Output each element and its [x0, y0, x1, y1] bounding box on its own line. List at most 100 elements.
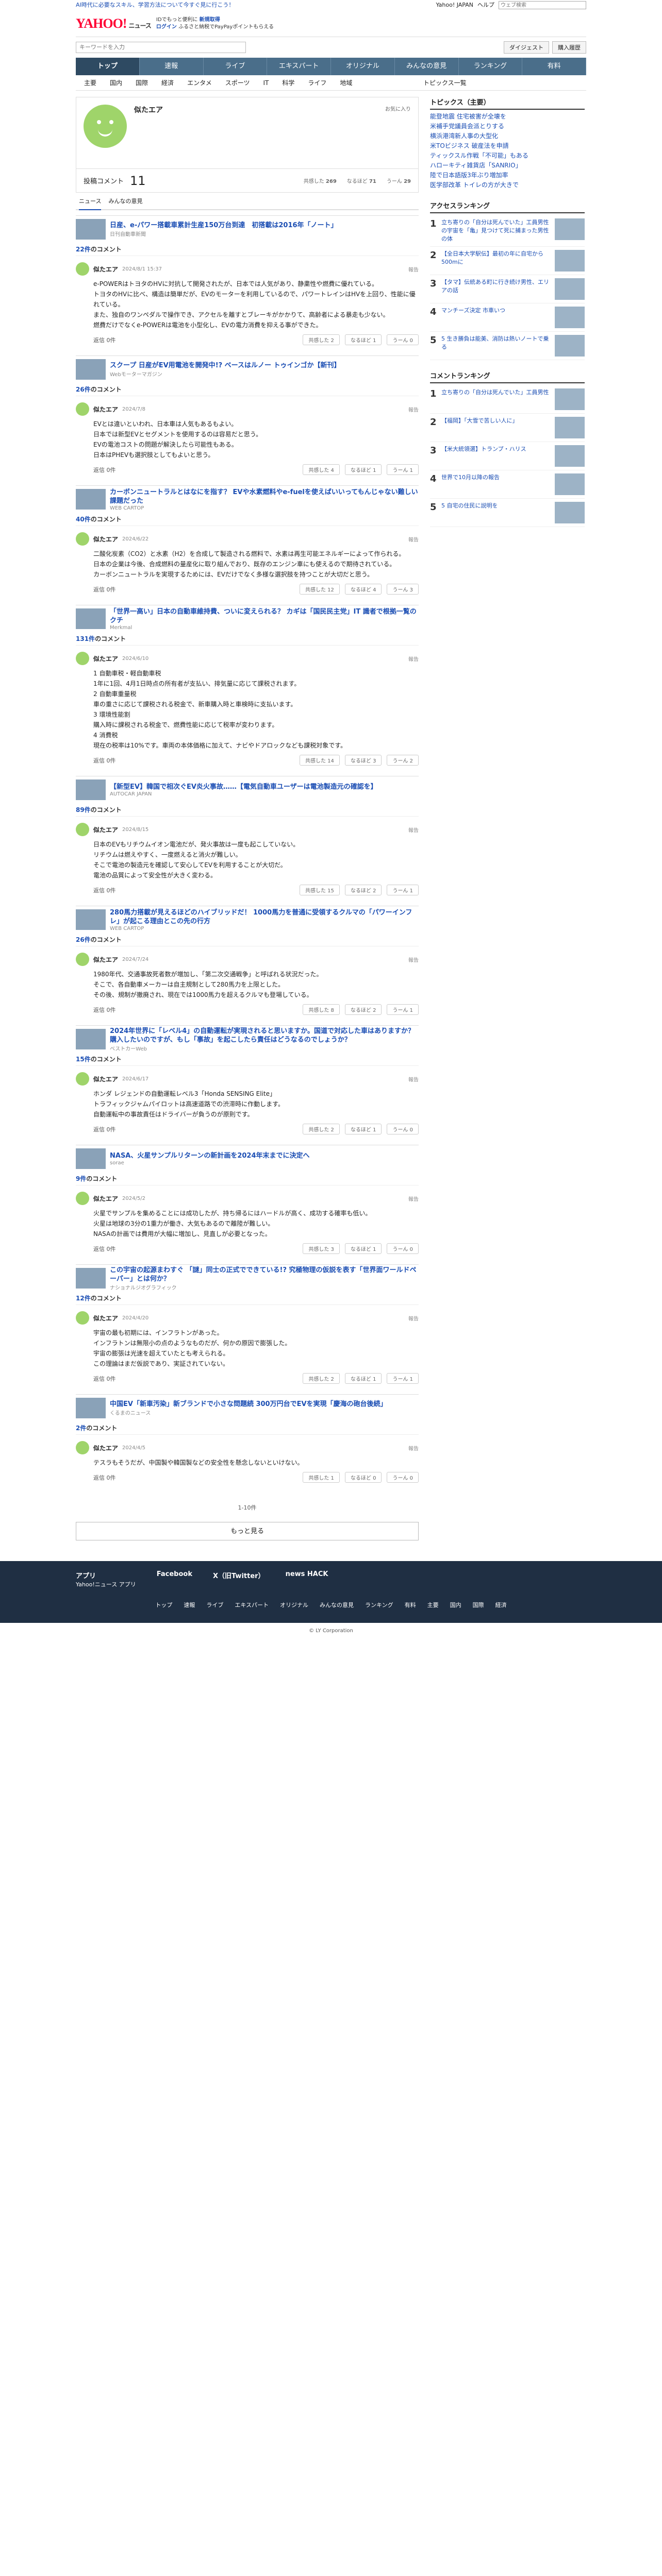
ranking-item[interactable]: 2 【全日本大学駅伝】最初の年に自宅から500mに	[430, 247, 585, 275]
hmm-button[interactable]: うーん 3	[387, 584, 419, 595]
comment-count[interactable]: 22件のコメント	[76, 245, 419, 256]
snav-it[interactable]: IT	[263, 79, 269, 87]
favorite-link[interactable]: お気に入り	[385, 105, 411, 161]
hmm-button[interactable]: うーん 0	[387, 1243, 419, 1254]
login-link[interactable]: ログイン	[156, 24, 177, 30]
article-link[interactable]: 280馬力搭載が見えるほどのハイブリッドだ！ 1000馬力を普通に受領するクルマ…	[76, 909, 419, 931]
insight-button[interactable]: なるほど 1	[344, 1243, 382, 1254]
more-button[interactable]: もっと見る	[76, 1522, 419, 1540]
rank-title[interactable]: マンチーズ決定 市車いつ	[441, 307, 552, 328]
footer-nav-item[interactable]: エキスパート	[235, 1601, 269, 1609]
topic-item[interactable]: ハローキティ雑貨店「SANRIO」	[430, 161, 585, 171]
promo-link[interactable]: AI時代に必要なスキル、学習方法について今すぐ見に行こう！	[76, 0, 234, 10]
footer-nav-item[interactable]: 経済	[495, 1601, 507, 1609]
commenter-name[interactable]: 似たエア	[93, 405, 118, 414]
rank-title[interactable]: 【米大統領選】トランプ・ハリス	[441, 445, 552, 467]
article-title[interactable]: 中国EV「新車汚染」新ブランドで小さな問題続 300万円台でEVを実現「慶海の砲…	[110, 1400, 387, 1409]
article-link[interactable]: 2024年世界に「レベル4」の自動運転が実現されると思いますか。国道で対応した車…	[76, 1027, 419, 1052]
footer-nav-item[interactable]: 速報	[184, 1601, 195, 1609]
commenter-name[interactable]: 似たエア	[93, 1314, 118, 1323]
rank-title[interactable]: 立ち寄りの「自分は死んでいた」工員男性	[441, 388, 552, 410]
snav-main[interactable]: 主要	[84, 78, 96, 87]
hmm-button[interactable]: うーん 0	[387, 1472, 419, 1483]
reply-link[interactable]: 返信 0件	[93, 1375, 116, 1383]
topic-item[interactable]: 医学部改革 トイレの方が大きで	[430, 180, 585, 190]
empathy-button[interactable]: 共感した 2	[303, 1124, 340, 1134]
empathy-button[interactable]: 共感した 15	[300, 885, 340, 895]
ranking-item[interactable]: 1 立ち寄りの「自分は死んでいた」工員男性	[430, 385, 585, 414]
article-title[interactable]: 日産、e-パワー搭載車累計生産150万台到達 初搭載は2016年「ノート」	[110, 221, 338, 230]
commenter-name[interactable]: 似たエア	[93, 1075, 118, 1083]
footer-app[interactable]: アプリ Yahoo!ニュース アプリ	[76, 1570, 136, 1588]
footer-nav-item[interactable]: オリジナル	[280, 1601, 308, 1609]
article-link[interactable]: NASA、火星サンプルリターンの新計画を2024年末までに決定へ sorae	[76, 1148, 419, 1169]
signup-link[interactable]: 新規取得	[200, 17, 220, 23]
report-link[interactable]: 報告	[408, 1075, 419, 1083]
comment-count[interactable]: 12件のコメント	[76, 1294, 419, 1305]
article-link[interactable]: 「世界一高い」日本の自動車維持費、ついに変えられる？ カギは「国民民主党」IT …	[76, 608, 419, 631]
article-link[interactable]: 中国EV「新車汚染」新ブランドで小さな問題続 300万円台でEVを実現「慶海の砲…	[76, 1398, 419, 1418]
snav-sports[interactable]: スポーツ	[225, 78, 250, 87]
footer-nav-item[interactable]: ライブ	[206, 1601, 223, 1609]
comment-count[interactable]: 26件のコメント	[76, 935, 419, 946]
ranking-item[interactable]: 2 【福岡】「大雪で苦しい人に」	[430, 414, 585, 442]
rank-title[interactable]: 世界で10月以降の報告	[441, 473, 552, 495]
article-link[interactable]: この宇宙の起源まわすぐ 「謎」同士の正式でできている!? 究極物理の仮説を表す「…	[76, 1266, 419, 1291]
web-search-input[interactable]	[499, 1, 586, 9]
tab-opinions[interactable]: みんなの意見	[108, 197, 142, 205]
hmm-button[interactable]: うーん 1	[387, 885, 419, 895]
report-link[interactable]: 報告	[408, 1195, 419, 1202]
rank-title[interactable]: 【福岡】「大雪で苦しい人に」	[441, 417, 552, 438]
commenter-name[interactable]: 似たエア	[93, 825, 118, 834]
snav-entertainment[interactable]: エンタメ	[187, 78, 212, 87]
topic-item[interactable]: 米TOビジネス 破産法を申請	[430, 141, 585, 151]
comment-count[interactable]: 40件のコメント	[76, 515, 419, 526]
empathy-button[interactable]: 共感した 3	[303, 1243, 340, 1254]
commenter-name[interactable]: 似たエア	[93, 955, 118, 964]
comment-count[interactable]: 89件のコメント	[76, 805, 419, 817]
footer-x[interactable]: X（旧Twitter）	[213, 1570, 265, 1588]
reply-link[interactable]: 返信 0件	[93, 1473, 116, 1482]
insight-button[interactable]: なるほど 1	[344, 1124, 382, 1134]
user-link[interactable]: Yahoo! JAPAN	[436, 0, 473, 10]
snav-local[interactable]: 地域	[340, 78, 352, 87]
insight-button[interactable]: なるほど 2	[344, 885, 382, 895]
empathy-button[interactable]: 共感した 1	[303, 1472, 340, 1483]
footer-facebook[interactable]: Facebook	[157, 1570, 192, 1588]
empathy-button[interactable]: 共感した 2	[303, 334, 340, 345]
report-link[interactable]: 報告	[408, 956, 419, 963]
reply-link[interactable]: 返信 0件	[93, 336, 116, 344]
insight-button[interactable]: なるほど 1	[344, 1373, 382, 1384]
article-title[interactable]: この宇宙の起源まわすぐ 「謎」同士の正式でできている!? 究極物理の仮説を表す「…	[110, 1266, 419, 1283]
topic-item[interactable]: 横浜港湾新人事の大型化	[430, 131, 585, 141]
comment-count[interactable]: 15件のコメント	[76, 1055, 419, 1066]
hmm-button[interactable]: うーん 0	[387, 1124, 419, 1134]
ranking-item[interactable]: 3 【米大統領選】トランプ・ハリス	[430, 442, 585, 470]
snav-science[interactable]: 科学	[282, 78, 294, 87]
commenter-name[interactable]: 似たエア	[93, 1194, 118, 1203]
article-link[interactable]: スクープ 日産がEV用電池を開発中!? ベースはルノー トゥインゴか【新刊】 W…	[76, 359, 419, 380]
hmm-button[interactable]: うーん 1	[387, 1373, 419, 1384]
reply-link[interactable]: 返信 0件	[93, 585, 116, 594]
gnav-ranking[interactable]: ランキング	[459, 58, 523, 75]
footer-nav-item[interactable]: 有料	[405, 1601, 416, 1609]
yahoo-logo[interactable]: YAHOO! ニュース	[76, 16, 152, 31]
article-link[interactable]: 日産、e-パワー搭載車累計生産150万台到達 初搭載は2016年「ノート」 日刊…	[76, 219, 419, 240]
gnav-opinion[interactable]: みんなの意見	[395, 58, 459, 75]
reply-link[interactable]: 返信 0件	[93, 756, 116, 765]
article-link[interactable]: カーボンニュートラルとはなにを指す？ EVや水素燃料やe-fuelを使えばいいっ…	[76, 488, 419, 511]
empathy-button[interactable]: 共感した 12	[300, 584, 340, 595]
commenter-name[interactable]: 似たエア	[93, 654, 118, 663]
commenter-name[interactable]: 似たエア	[93, 1444, 118, 1452]
ranking-item[interactable]: 5 5 生き勝負は能美、消防は熱いノートで乗る	[430, 332, 585, 360]
report-link[interactable]: 報告	[408, 1444, 419, 1452]
comment-count[interactable]: 9件のコメント	[76, 1174, 419, 1185]
comment-count[interactable]: 26件のコメント	[76, 385, 419, 396]
digest-button[interactable]: ダイジェスト	[504, 41, 549, 54]
rank-title[interactable]: 5 生き勝負は能美、消防は熱いノートで乗る	[441, 335, 552, 357]
tab-news[interactable]: ニュース	[79, 197, 102, 210]
insight-button[interactable]: なるほど 1	[344, 464, 382, 475]
gnav-original[interactable]: オリジナル	[331, 58, 395, 75]
reply-link[interactable]: 返信 0件	[93, 1125, 116, 1133]
gnav-live[interactable]: ライブ	[204, 58, 268, 75]
